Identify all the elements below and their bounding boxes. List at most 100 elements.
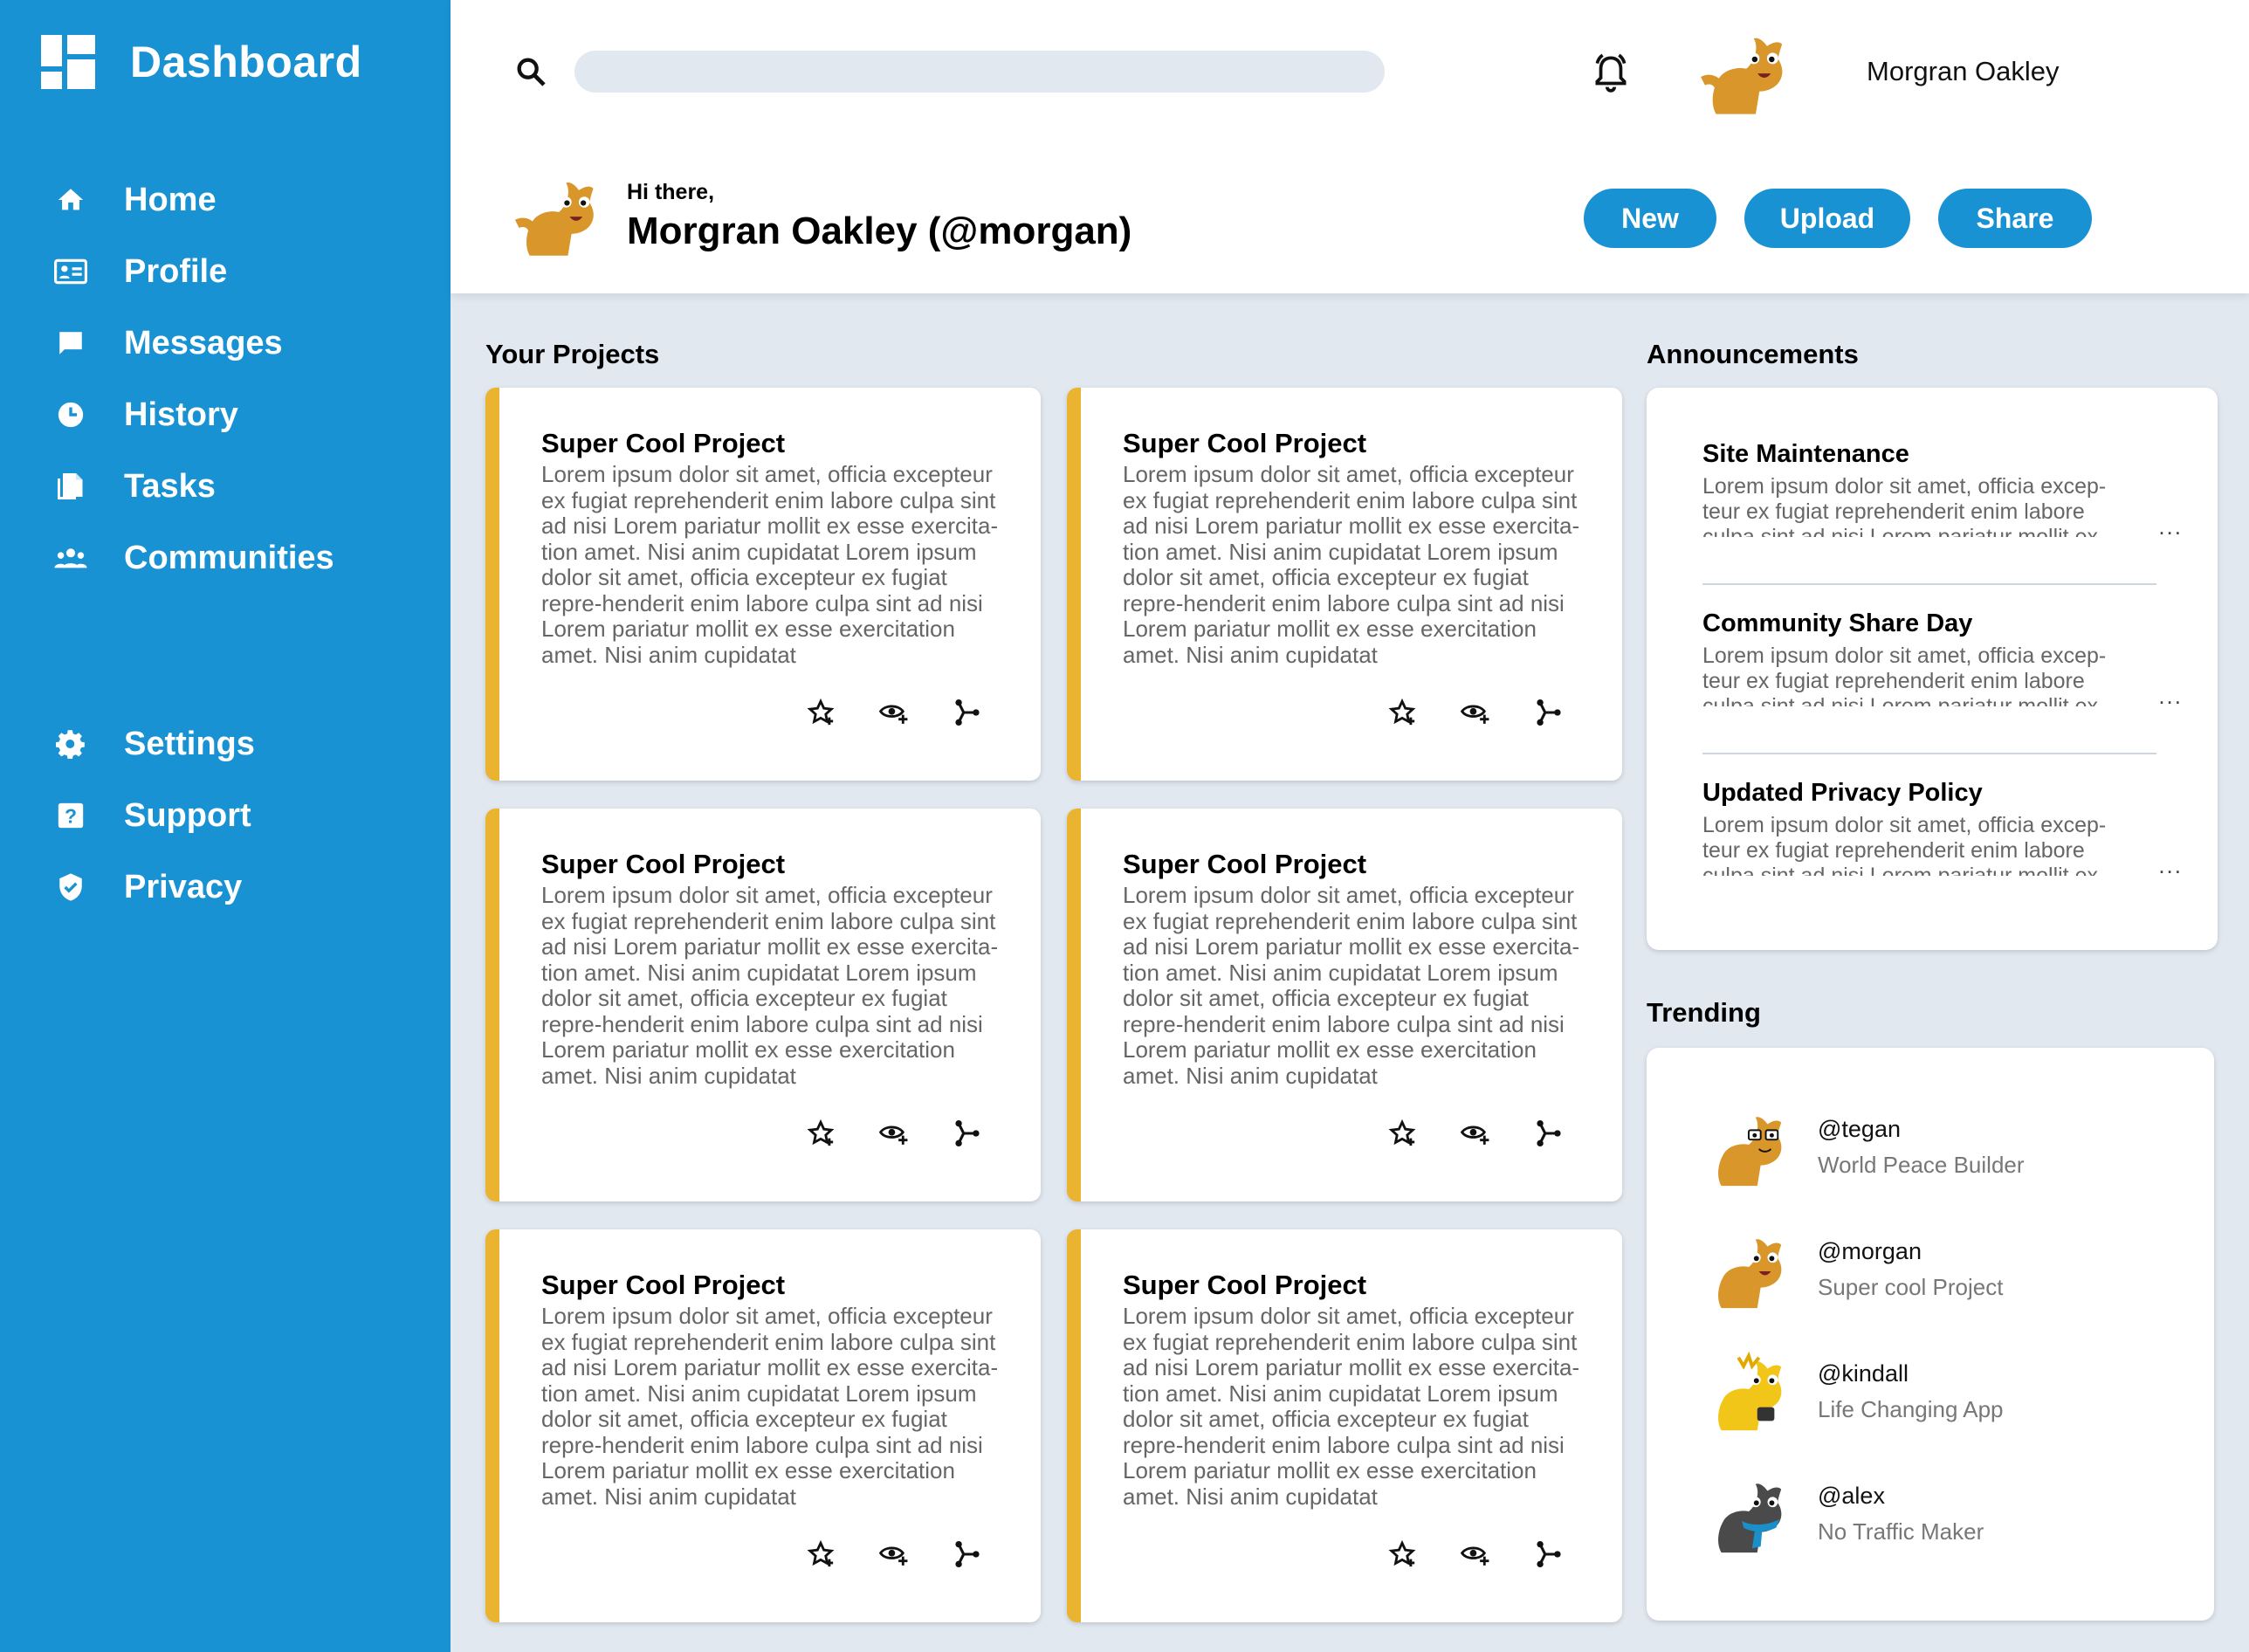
trending-item[interactable]: @alex No Traffic Maker — [1704, 1469, 1984, 1559]
avatar — [1704, 1346, 1790, 1437]
announcement-item[interactable]: Community Share Day Lorem ipsum dolor si… — [1702, 609, 2181, 709]
trending-panel: @tegan World Peace Builder @morgan Super… — [1647, 1048, 2214, 1621]
announcement-title: Updated Privacy Policy — [1702, 779, 1983, 807]
trending-item[interactable]: @morgan Super cool Project — [1704, 1224, 2003, 1315]
project-description: Lorem ipsum dolor sit amet, officia exce… — [1123, 462, 1580, 668]
upload-button[interactable]: Upload — [1744, 189, 1910, 248]
secondary-nav: Settings ? Support Privacy — [52, 708, 255, 923]
share-fork-icon[interactable] — [952, 1118, 983, 1149]
share-button[interactable]: Share — [1938, 189, 2092, 248]
project-title: Super Cool Project — [541, 1270, 786, 1300]
trending-handle: @tegan — [1818, 1116, 1901, 1142]
favorite-add-icon[interactable] — [1386, 1118, 1418, 1149]
project-description: Lorem ipsum dolor sit amet, officia exce… — [541, 1304, 999, 1510]
nav-label: Messages — [124, 324, 283, 361]
avatar — [1704, 1102, 1790, 1193]
nav-item-history[interactable]: History — [52, 379, 334, 451]
main-nav: Home Profile Messages History Tasks Comm… — [52, 164, 334, 594]
announcements-title: Announcements — [1647, 339, 1859, 369]
project-card[interactable]: Super Cool Project Lorem ipsum dolor sit … — [1067, 388, 1622, 781]
project-actions — [805, 1118, 983, 1149]
search-icon[interactable] — [513, 54, 548, 89]
search-input[interactable] — [574, 51, 1385, 93]
trending-item[interactable]: @kindall Life Changing App — [1704, 1346, 2004, 1437]
announcement-item[interactable]: Updated Privacy Policy Lorem ipsum dolor… — [1702, 779, 2181, 878]
project-description: Lorem ipsum dolor sit amet, officia exce… — [1123, 883, 1580, 1089]
nav-label: Profile — [124, 252, 228, 290]
project-card[interactable]: Super Cool Project Lorem ipsum dolor sit … — [485, 809, 1041, 1201]
nav-label: Settings — [124, 725, 255, 762]
announcements-panel: Site Maintenance Lorem ipsum dolor sit a… — [1647, 388, 2218, 950]
favorite-add-icon[interactable] — [1386, 1538, 1418, 1570]
nav-item-profile[interactable]: Profile — [52, 236, 334, 307]
favorite-add-icon[interactable] — [805, 1538, 836, 1570]
favorite-add-icon[interactable] — [805, 697, 836, 728]
header-user-name[interactable]: Morgran Oakley — [1867, 56, 2060, 87]
nav-item-settings[interactable]: Settings — [52, 708, 255, 780]
announcement-title: Site Maintenance — [1702, 440, 1909, 468]
sidebar: Dashboard Home Profile Messages History — [0, 0, 450, 1652]
greeting-name: Morgran Oakley (@morgan) — [627, 210, 1132, 252]
projects-title: Your Projects — [485, 339, 660, 369]
watch-add-icon[interactable] — [878, 1538, 910, 1570]
nav-label: Home — [124, 181, 217, 218]
nav-label: Communities — [124, 539, 334, 576]
notification-bell-icon[interactable] — [1589, 51, 1633, 94]
trending-item[interactable]: @tegan World Peace Builder — [1704, 1102, 2025, 1193]
watch-add-icon[interactable] — [878, 697, 910, 728]
project-card[interactable]: Super Cool Project Lorem ipsum dolor sit … — [485, 1229, 1041, 1622]
watch-add-icon[interactable] — [1460, 1118, 1491, 1149]
favorite-add-icon[interactable] — [1386, 697, 1418, 728]
shield-icon — [52, 869, 89, 905]
more-icon[interactable]: ... — [2158, 683, 2183, 710]
new-button[interactable]: New — [1584, 189, 1716, 248]
watch-add-icon[interactable] — [1460, 1538, 1491, 1570]
share-fork-icon[interactable] — [1533, 1118, 1565, 1149]
user-avatar[interactable] — [1697, 24, 1792, 119]
announcement-text: Lorem ipsum dolor sit amet, officia exce… — [1702, 474, 2107, 537]
project-actions — [805, 1538, 983, 1570]
nav-item-support[interactable]: ? Support — [52, 780, 255, 851]
watch-add-icon[interactable] — [878, 1118, 910, 1149]
nav-item-messages[interactable]: Messages — [52, 307, 334, 379]
nav-label: History — [124, 396, 238, 433]
nav-item-communities[interactable]: Communities — [52, 522, 334, 594]
nav-item-home[interactable]: Home — [52, 164, 334, 236]
trending-description: World Peace Builder — [1818, 1152, 2025, 1178]
share-fork-icon[interactable] — [952, 1538, 983, 1570]
nav-label: Support — [124, 796, 251, 834]
announcement-item[interactable]: Site Maintenance Lorem ipsum dolor sit a… — [1702, 440, 2181, 540]
project-actions — [1386, 697, 1565, 728]
svg-text:?: ? — [65, 805, 77, 828]
project-actions — [1386, 1538, 1565, 1570]
watch-add-icon[interactable] — [1460, 697, 1491, 728]
project-card[interactable]: Super Cool Project Lorem ipsum dolor sit … — [1067, 809, 1622, 1201]
share-fork-icon[interactable] — [1533, 1538, 1565, 1570]
trending-description: Super cool Project — [1818, 1274, 2004, 1300]
nav-item-tasks[interactable]: Tasks — [52, 451, 334, 522]
divider — [1702, 753, 2156, 754]
trending-description: No Traffic Maker — [1818, 1518, 1984, 1545]
trending-description: Life Changing App — [1818, 1396, 2004, 1422]
favorite-add-icon[interactable] — [805, 1118, 836, 1149]
project-title: Super Cool Project — [1123, 1270, 1367, 1300]
project-title: Super Cool Project — [541, 849, 786, 879]
announcement-text: Lorem ipsum dolor sit amet, officia exce… — [1702, 644, 2107, 706]
more-icon[interactable]: ... — [2158, 852, 2183, 879]
trending-title: Trending — [1647, 997, 1761, 1028]
people-icon — [52, 540, 89, 576]
nav-label: Tasks — [124, 467, 216, 505]
more-icon[interactable]: ... — [2158, 513, 2183, 540]
announcement-title: Community Share Day — [1702, 609, 1973, 637]
project-title: Super Cool Project — [1123, 428, 1367, 458]
gear-icon — [52, 726, 89, 762]
share-fork-icon[interactable] — [1533, 697, 1565, 728]
project-card[interactable]: Super Cool Project Lorem ipsum dolor sit … — [1067, 1229, 1622, 1622]
trending-handle: @morgan — [1818, 1238, 1922, 1264]
share-fork-icon[interactable] — [952, 697, 983, 728]
project-card[interactable]: Super Cool Project Lorem ipsum dolor sit … — [485, 388, 1041, 781]
nav-item-privacy[interactable]: Privacy — [52, 851, 255, 923]
project-actions — [805, 697, 983, 728]
brand[interactable]: Dashboard — [41, 35, 362, 89]
project-actions — [1386, 1118, 1565, 1149]
